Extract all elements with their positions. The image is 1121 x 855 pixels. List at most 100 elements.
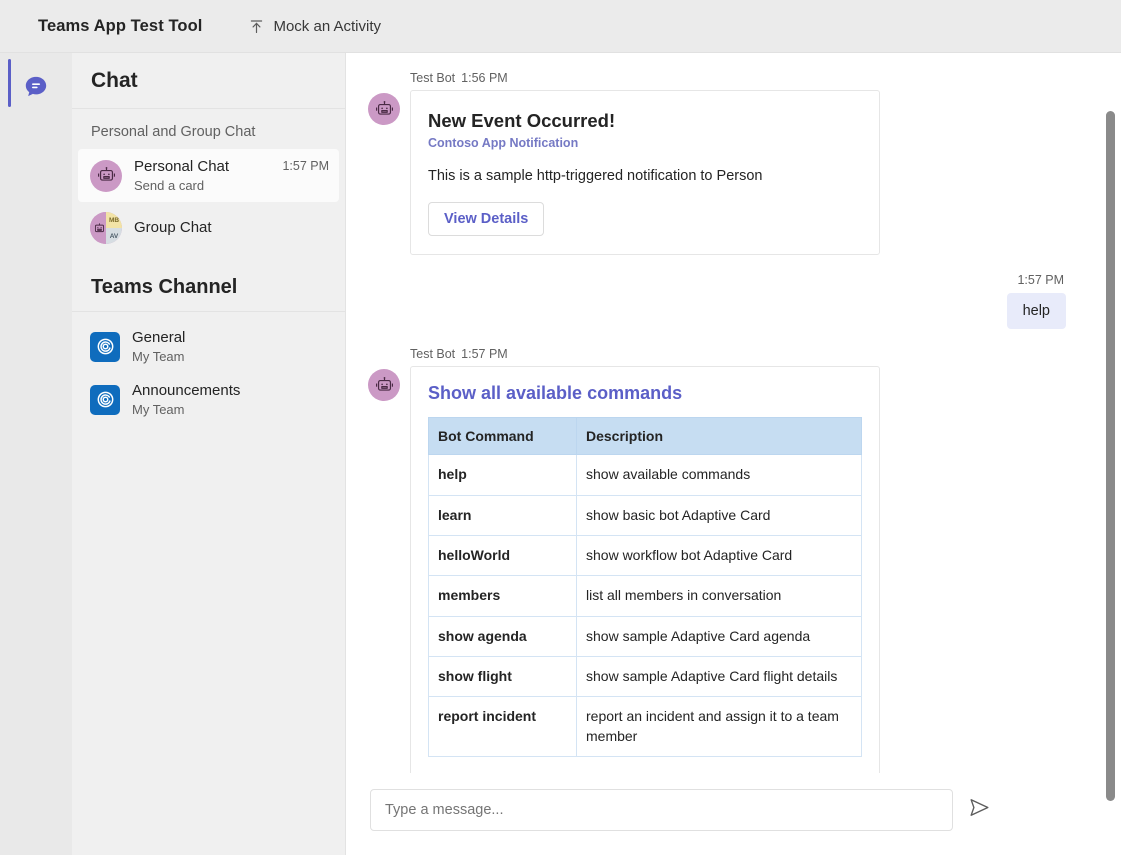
chat-bubble-icon — [23, 74, 49, 105]
chat-list-panel: Chat Personal and Group Chat Personal Ch… — [72, 53, 346, 855]
conversation-scrollbar[interactable] — [1106, 111, 1115, 801]
column-header-bot-command: Bot Command — [428, 417, 577, 456]
message-body: Test Bot 1:57 PM Show all available comma… — [410, 347, 1097, 773]
commands-card-title: Show all available commands — [428, 383, 683, 404]
channel-item-name: Announcements — [132, 382, 241, 400]
message-avatar-column — [358, 71, 410, 255]
mock-an-activity-button[interactable]: Mock an Activity — [248, 18, 381, 35]
cell-bot-command: helloWorld — [428, 535, 577, 577]
channel-item-team: My Team — [132, 401, 185, 417]
notification-card: New Event Occurred! Contoso App Notifica… — [410, 90, 880, 256]
cell-bot-command: show flight — [428, 655, 577, 698]
cell-bot-command: learn — [428, 494, 577, 537]
group-avatar-initial-1: MB — [106, 212, 122, 229]
bot-avatar — [368, 369, 400, 402]
channel-item-announcements[interactable]: Announcements My Team — [78, 373, 339, 426]
chat-item-preview: Send a card — [134, 177, 205, 193]
message-input-wrapper[interactable] — [370, 789, 953, 831]
conversation-panel: Test Bot 1:56 PM New Event Occurred! Cont… — [346, 53, 1121, 855]
table-row: show flight show sample Adaptive Card fli… — [428, 655, 862, 698]
chat-item-name: Personal Chat — [134, 158, 230, 175]
rail-item-chat[interactable] — [12, 65, 60, 113]
group-avatar-bot-half — [90, 212, 106, 245]
chat-item-name: Group Chat — [134, 219, 212, 237]
group-avatar-initial-2: AV — [106, 228, 122, 245]
left-rail — [0, 53, 72, 855]
message-time: 1:56 PM — [461, 71, 508, 85]
cell-description: show workflow bot Adaptive Card — [576, 535, 862, 577]
send-paper-plane-icon — [967, 795, 992, 825]
message-avatar-column — [358, 347, 410, 773]
view-details-button[interactable]: View Details — [428, 202, 545, 237]
chat-panel-header: Chat — [72, 53, 345, 109]
card-title: New Event Occurred! — [428, 110, 616, 131]
message-input[interactable] — [385, 802, 938, 818]
commands-table: Bot Command Description help show availab… — [428, 417, 862, 757]
group-avatar: MB AV — [90, 212, 122, 245]
message-sender: Test Bot — [410, 347, 456, 362]
channel-item-name: General — [132, 329, 186, 347]
channel-item-team: My Team — [132, 348, 185, 364]
outgoing-bubble: help — [1006, 293, 1066, 330]
teams-channel-icon — [90, 331, 120, 362]
channel-item-meta: General My Team — [132, 328, 329, 365]
message-body: Test Bot 1:56 PM New Event Occurred! Cont… — [410, 71, 1097, 256]
mock-an-activity-label: Mock an Activity — [273, 17, 382, 35]
table-row: report incident report an incident and as… — [428, 696, 862, 757]
send-button[interactable] — [967, 795, 992, 825]
channel-item-meta: Announcements My Team — [132, 381, 329, 418]
chat-item-time: 1:57 PM — [282, 159, 329, 173]
table-row: help show available commands — [428, 454, 862, 496]
teams-channel-section-title: Teams Channel — [91, 276, 238, 299]
chat-item-personal-chat[interactable]: Personal Chat Send a card 1:57 PM — [78, 149, 339, 203]
app-body: Chat Personal and Group Chat Personal Ch… — [0, 53, 1121, 855]
chat-panel-title: Chat — [91, 68, 138, 92]
outgoing-time: 1:57 PM — [1017, 273, 1064, 288]
message-header: Test Bot 1:57 PM — [410, 347, 1097, 361]
chat-item-group-chat[interactable]: MB AV Group Chat — [78, 202, 339, 254]
table-row: show agenda show sample Adaptive Card age… — [428, 615, 862, 657]
cell-description: show sample Adaptive Card flight details — [576, 655, 862, 698]
teams-channel-icon — [90, 384, 120, 415]
cell-description: show sample Adaptive Card agenda — [576, 615, 862, 657]
commands-card: Show all available commands Bot Command … — [410, 366, 880, 773]
scrollbar-thumb[interactable] — [1106, 111, 1115, 801]
message-time: 1:57 PM — [461, 347, 508, 362]
bot-avatar — [368, 93, 400, 125]
top-bar: Teams App Test Tool Mock an Activity — [0, 0, 1121, 53]
message-outgoing: 1:57 PM help — [346, 273, 1121, 330]
chat-item-meta: Group Chat — [134, 218, 329, 238]
section-divider — [72, 311, 345, 313]
message-header: Test Bot 1:56 PM — [410, 71, 1097, 85]
personal-group-chat-label: Personal and Group Chat — [91, 124, 256, 140]
bot-avatar — [90, 159, 122, 192]
commands-table-head: Bot Command Description — [428, 417, 862, 456]
cell-description: show available commands — [576, 454, 862, 496]
card-text: This is a sample http-triggered notifica… — [428, 168, 763, 185]
upload-icon — [248, 18, 265, 35]
chat-item-meta: Personal Chat Send a card — [134, 157, 282, 194]
cell-bot-command: report incident — [428, 696, 577, 757]
channel-item-general[interactable]: General My Team — [78, 320, 339, 373]
table-row: learn show basic bot Adaptive Card — [428, 494, 862, 537]
message-sender: Test Bot — [410, 71, 456, 85]
active-rail-indicator — [8, 59, 11, 107]
table-header-row: Bot Command Description — [428, 417, 862, 456]
column-header-description: Description — [576, 417, 862, 456]
message-stream: Test Bot 1:56 PM New Event Occurred! Cont… — [346, 53, 1121, 773]
card-subtitle: Contoso App Notification — [428, 136, 579, 151]
app-title: Teams App Test Tool — [38, 16, 203, 35]
message-composer — [346, 773, 1121, 855]
commands-table-body: help show available commands learn show bas… — [428, 454, 862, 757]
cell-description: list all members in conversation — [576, 575, 862, 617]
message-bot-notification: Test Bot 1:56 PM New Event Occurred! Cont… — [346, 71, 1121, 256]
group-avatar-initials-half: MB AV — [106, 212, 122, 245]
message-bot-commands: Test Bot 1:57 PM Show all available comma… — [346, 347, 1121, 773]
table-row: helloWorld show workflow bot Adaptive Car… — [428, 535, 862, 577]
cell-bot-command: members — [428, 575, 577, 617]
cell-bot-command: help — [428, 454, 577, 496]
cell-description: show basic bot Adaptive Card — [576, 494, 862, 537]
cell-bot-command: show agenda — [428, 615, 577, 657]
table-row: members list all members in conversation — [428, 575, 862, 617]
app-root: Teams App Test Tool Mock an Activity Cha… — [0, 0, 1121, 855]
